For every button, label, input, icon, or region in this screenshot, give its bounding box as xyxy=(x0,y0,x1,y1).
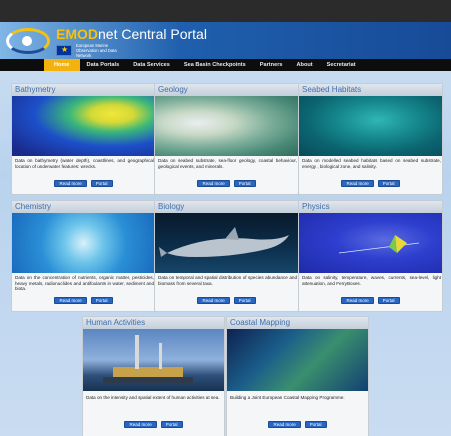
chemistry-image[interactable] xyxy=(12,213,155,273)
browser-top-bar xyxy=(0,0,451,22)
panel-title[interactable]: Human Activities xyxy=(83,317,224,329)
read-more-button[interactable]: Read more xyxy=(197,180,230,187)
read-more-button[interactable]: Read more xyxy=(268,421,301,428)
panel-title[interactable]: Chemistry xyxy=(12,201,155,213)
eu-flag-icon xyxy=(56,45,72,56)
panel-buttons: Read more Portal xyxy=(83,421,224,428)
panel-buttons: Read more Portal xyxy=(155,297,298,304)
dolphin-icon xyxy=(159,227,289,257)
eu-network-caption: European Marine Observation and Data Net… xyxy=(76,43,117,58)
human-activities-image[interactable] xyxy=(83,329,224,391)
panel-human-activities: Human Activities Data on the intensity a… xyxy=(82,316,225,436)
panel-title[interactable]: Geology xyxy=(155,84,298,96)
seabed-habitats-image[interactable] xyxy=(299,96,442,156)
main-nav: Home Data Portals Data Services Sea Basi… xyxy=(0,59,451,71)
coastal-mapping-image[interactable] xyxy=(227,329,368,391)
read-more-button[interactable]: Read more xyxy=(54,297,87,304)
site-title: EMODnet Central Portal xyxy=(56,26,207,42)
panel-title[interactable]: Seabed Habitats xyxy=(299,84,442,96)
portal-button[interactable]: Portal xyxy=(233,180,256,187)
panel-description: Data on temporal and spatial distributio… xyxy=(158,275,297,286)
panel-geology: Geology Data on seabed substrate, sea-fl… xyxy=(154,83,299,195)
panel-bathymetry: Bathymetry Data on bathymetry (water dep… xyxy=(11,83,156,195)
nav-item-home[interactable]: Home xyxy=(44,59,80,71)
panel-title[interactable]: Biology xyxy=(155,201,298,213)
nav-item-partners[interactable]: Partners xyxy=(253,59,290,71)
portal-button[interactable]: Portal xyxy=(377,297,400,304)
nav-item-sea-basin-checkpoints[interactable]: Sea Basin Checkpoints xyxy=(177,59,253,71)
read-more-button[interactable]: Read more xyxy=(124,421,157,428)
panel-seabed-habitats: Seabed Habitats Data on modelled seabed … xyxy=(298,83,443,195)
panel-title[interactable]: Coastal Mapping xyxy=(227,317,368,329)
read-more-button[interactable]: Read more xyxy=(54,180,87,187)
panel-buttons: Read more Portal xyxy=(12,180,155,187)
read-more-button[interactable]: Read more xyxy=(197,297,230,304)
bathymetry-image[interactable] xyxy=(12,96,155,156)
panel-buttons: Read more Portal xyxy=(227,421,368,428)
panel-description: Data on salinity, temperature, waves, cu… xyxy=(302,275,441,286)
nav-item-data-services[interactable]: Data Services xyxy=(126,59,177,71)
panel-title[interactable]: Physics xyxy=(299,201,442,213)
panel-description: Data on the concentration of nutrients, … xyxy=(15,275,154,292)
panel-description: Data on bathymetry (water depth), coastl… xyxy=(15,158,154,169)
panel-chemistry: Chemistry Data on the concentration of n… xyxy=(11,200,156,312)
portal-button[interactable]: Portal xyxy=(160,421,183,428)
panel-description: Data on seabed substrate, sea-floor geol… xyxy=(158,158,297,169)
read-more-button[interactable]: Read more xyxy=(341,297,374,304)
portal-button[interactable]: Portal xyxy=(90,180,113,187)
offshore-platform-icon xyxy=(103,335,193,383)
buoy-icon xyxy=(338,235,420,254)
portal-button[interactable]: Portal xyxy=(304,421,327,428)
panel-physics: Physics Data on salinity, temperature, w… xyxy=(298,200,443,312)
portal-button[interactable]: Portal xyxy=(233,297,256,304)
panel-buttons: Read more Portal xyxy=(12,297,155,304)
panel-coastal-mapping: Coastal Mapping Building a Joint Europea… xyxy=(226,316,369,436)
nav-item-secretariat[interactable]: Secretariat xyxy=(320,59,363,71)
panel-title[interactable]: Bathymetry xyxy=(12,84,155,96)
portal-button[interactable]: Portal xyxy=(90,297,113,304)
site-header: EMODnet Central Portal European Marine O… xyxy=(0,22,451,59)
panel-biology: Biology Data on temporal and spatial dis… xyxy=(154,200,299,312)
panel-buttons: Read more Portal xyxy=(155,180,298,187)
portal-button[interactable]: Portal xyxy=(377,180,400,187)
biology-image[interactable] xyxy=(155,213,298,273)
panel-description: Data on the intensity and spatial extent… xyxy=(86,395,220,400)
nav-item-about[interactable]: About xyxy=(289,59,319,71)
geology-image[interactable] xyxy=(155,96,298,156)
panel-buttons: Read more Portal xyxy=(299,180,442,187)
read-more-button[interactable]: Read more xyxy=(341,180,374,187)
physics-image[interactable] xyxy=(299,213,442,273)
logo-dot-icon xyxy=(22,36,32,46)
panel-buttons: Read more Portal xyxy=(299,297,442,304)
nav-item-data-portals[interactable]: Data Portals xyxy=(80,59,127,71)
panel-description: Data on modelled seabed habitats based o… xyxy=(302,158,441,169)
panel-description: Building a Joint European Coastal Mappin… xyxy=(230,395,345,400)
